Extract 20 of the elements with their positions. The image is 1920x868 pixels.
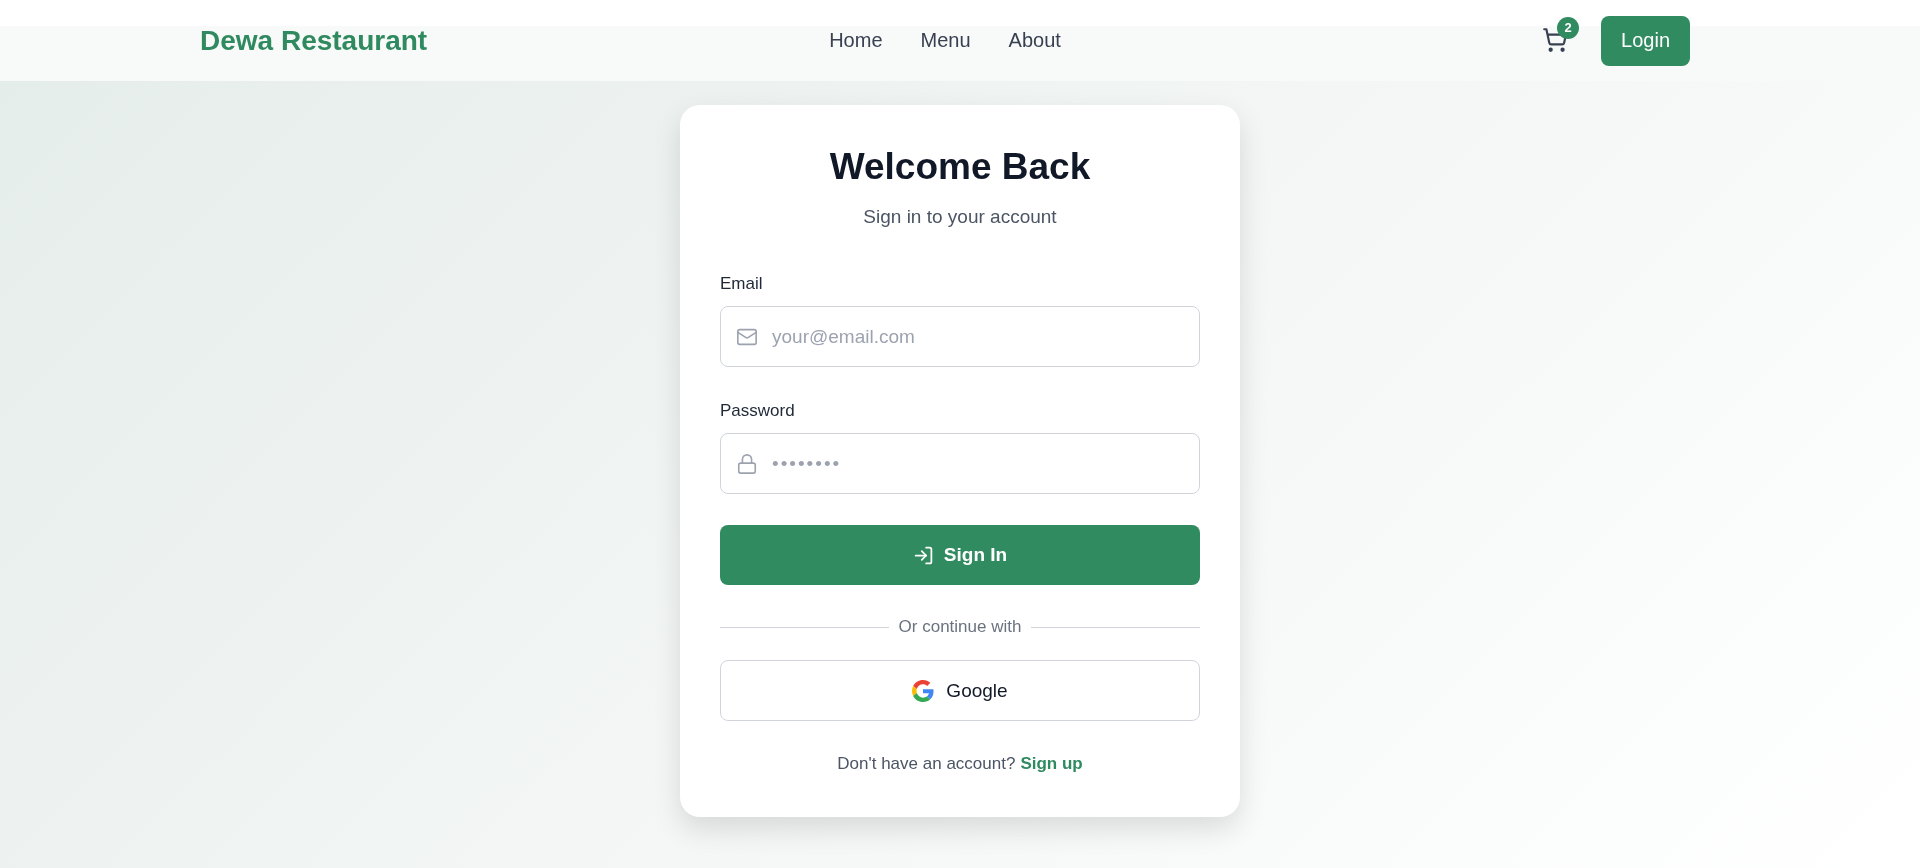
nav-link[interactable]: About [1008,29,1061,52]
lock-icon [736,452,758,475]
login-button[interactable]: Login [1601,15,1690,66]
g-logo-icon [912,679,935,702]
google-sign-in-button[interactable]: Google [720,660,1200,721]
card-subtitle: Sign in to your account [862,205,1058,229]
field-label: Email [720,273,763,295]
nav-link[interactable]: Menu [920,29,971,52]
field-label: Password [720,400,795,422]
email-field[interactable]: your@email.com [720,306,1200,367]
brand-name[interactable]: Dewa Restaurant [200,24,428,57]
sign-up-link[interactable]: Sign up [1020,752,1083,776]
divider-text: Or continue with [898,616,1022,638]
card-title: Welcome Back [828,145,1092,189]
password-field[interactable]: •••••••• [720,433,1200,494]
cart-count-badge: 2 [1557,16,1580,39]
signup-prompt-text: Don't have an account? [837,753,1016,775]
login-arrow-icon [912,544,934,566]
nav-link[interactable]: Home [829,29,883,52]
sign-in-button[interactable]: Sign In [720,525,1200,585]
